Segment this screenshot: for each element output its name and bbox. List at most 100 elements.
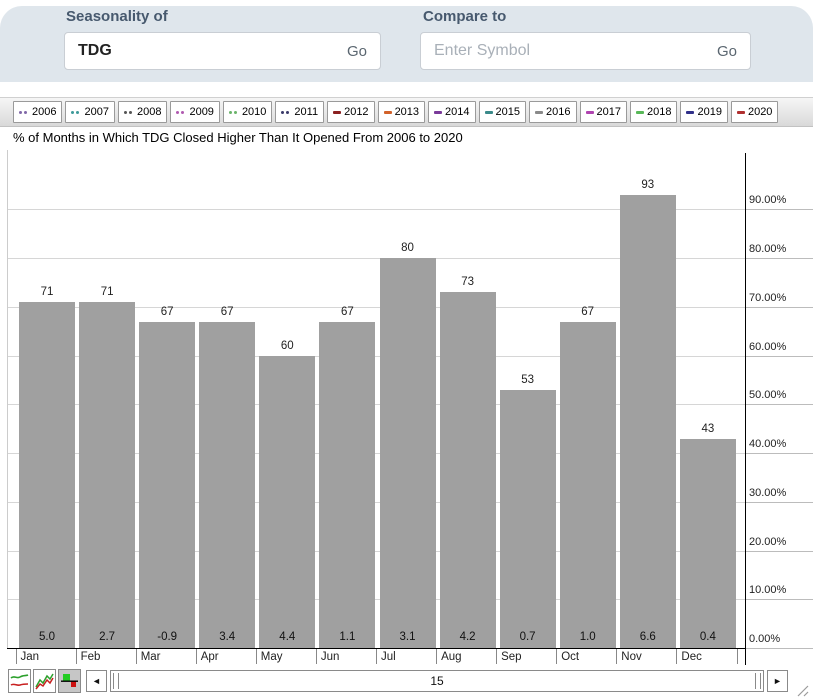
bar-value-label: 71	[77, 286, 137, 298]
y-axis-tick-label: 0.00%	[749, 633, 780, 645]
x-axis-tick	[256, 649, 257, 664]
bar-dec	[680, 439, 736, 649]
bar-value-label: 71	[17, 286, 77, 298]
gridline	[7, 356, 745, 357]
dash-series-marker-icon	[686, 111, 694, 114]
symbol-input-box: Go	[64, 32, 381, 70]
legend-year-2016[interactable]: 2016	[529, 101, 576, 123]
compare-symbol-input[interactable]	[434, 42, 709, 60]
legend-year-2017[interactable]: 2017	[580, 101, 627, 123]
scrollbar-right-arrow[interactable]: ►	[767, 670, 788, 692]
symbol-input[interactable]	[78, 42, 339, 60]
smooth-line-chart-icon[interactable]	[8, 669, 31, 693]
legend-year-2015[interactable]: 2015	[479, 101, 526, 123]
month-label-apr: Apr	[201, 651, 219, 663]
thumb-grip-right	[755, 673, 756, 689]
zigzag-line-chart-icon[interactable]	[33, 669, 56, 693]
bar-change-label: -0.9	[137, 631, 197, 643]
symbol-go-button[interactable]: Go	[347, 43, 367, 60]
legend-year-label: 2015	[496, 106, 520, 118]
axis-tick-line	[745, 258, 813, 259]
axis-tick-line	[745, 551, 813, 552]
legend-year-2018[interactable]: 2018	[630, 101, 677, 123]
dash-series-marker-icon	[737, 111, 745, 114]
bar-jul	[380, 258, 436, 648]
seasonality-of-label: Seasonality of	[66, 8, 168, 25]
bar-change-label: 6.6	[618, 631, 678, 643]
bar-value-label: 43	[678, 423, 738, 435]
resize-handle-icon[interactable]	[795, 684, 810, 700]
gridline	[7, 551, 745, 552]
gridline	[7, 453, 745, 454]
y-axis-tick-label: 30.00%	[749, 487, 786, 499]
legend-year-label: 2014	[445, 106, 469, 118]
legend-year-2020[interactable]: 2020	[731, 101, 778, 123]
bar-chart-icon[interactable]	[58, 669, 81, 693]
month-label-jul: Jul	[381, 651, 396, 663]
dash-series-marker-icon	[434, 111, 442, 114]
plot-left-border	[7, 150, 8, 648]
legend-year-label: 2007	[84, 106, 108, 118]
legend-year-2019[interactable]: 2019	[680, 101, 727, 123]
bar-value-label: 60	[257, 340, 317, 352]
y-axis-tick-label: 10.00%	[749, 584, 786, 596]
symbol-panel: Seasonality of Go Compare to Go	[0, 6, 813, 82]
bar-aug	[440, 292, 496, 648]
legend-year-2011[interactable]: 2011	[275, 101, 324, 123]
x-axis-tick	[196, 649, 197, 664]
axis-tick-line	[745, 404, 813, 405]
month-label-jan: Jan	[21, 651, 40, 663]
dash-series-marker-icon	[384, 111, 392, 114]
dotted-series-marker-icon	[19, 111, 29, 114]
month-label-dec: Dec	[681, 651, 701, 663]
scrollbar-left-arrow[interactable]: ◄	[86, 670, 107, 692]
dash-series-marker-icon	[535, 111, 543, 114]
gridline	[7, 502, 745, 503]
legend-year-label: 2006	[32, 106, 56, 118]
y-axis-tick-label: 50.00%	[749, 389, 786, 401]
month-label-may: May	[261, 651, 283, 663]
dotted-series-marker-icon	[229, 111, 239, 114]
bar-change-label: 5.0	[17, 631, 77, 643]
gridline	[7, 258, 745, 259]
bar-change-label: 0.4	[678, 631, 738, 643]
axis-tick-line	[745, 453, 813, 454]
bar-value-label: 80	[378, 242, 438, 254]
legend-year-2006[interactable]: 2006	[13, 101, 62, 123]
y-axis-tick-label: 70.00%	[749, 292, 786, 304]
bar-value-label: 67	[317, 306, 377, 318]
bar-jan	[19, 302, 75, 648]
legend-year-2007[interactable]: 2007	[65, 101, 114, 123]
chart-title: % of Months in Which TDG Closed Higher T…	[13, 130, 463, 145]
y-axis-tick-label: 80.00%	[749, 243, 786, 255]
legend-year-label: 2020	[748, 106, 772, 118]
legend-year-label: 2011	[294, 106, 318, 118]
legend-year-2010[interactable]: 2010	[223, 101, 272, 123]
legend-year-2013[interactable]: 2013	[378, 101, 425, 123]
month-label-feb: Feb	[81, 651, 101, 663]
compare-to-label: Compare to	[423, 8, 506, 25]
thumb-grip-right	[760, 673, 761, 689]
bar-nov	[620, 195, 676, 648]
year-legend-bar: 2006 2007 200820092010 2011 20122013 2014 2015…	[0, 97, 813, 127]
axis-tick-line	[745, 209, 813, 210]
gridline	[7, 307, 745, 308]
scrollbar-thumb[interactable]: 15	[110, 670, 764, 692]
x-axis-baseline	[7, 648, 745, 649]
dotted-series-marker-icon	[281, 111, 291, 114]
bar-may	[259, 356, 315, 648]
bar-change-label: 1.1	[317, 631, 377, 643]
bar-feb	[79, 302, 135, 648]
bar-value-label: 67	[137, 306, 197, 318]
x-axis-tick	[16, 649, 17, 664]
bar-oct	[560, 322, 616, 649]
x-axis-tick	[76, 649, 77, 664]
legend-year-2014[interactable]: 2014	[428, 101, 475, 123]
compare-go-button[interactable]: Go	[717, 43, 737, 60]
bar-change-label: 4.2	[438, 631, 498, 643]
axis-tick-line	[745, 599, 813, 600]
legend-year-2012[interactable]: 2012	[327, 101, 374, 123]
legend-year-2008[interactable]: 2008	[118, 101, 167, 123]
legend-year-2009[interactable]: 2009	[170, 101, 219, 123]
dotted-series-marker-icon	[124, 111, 134, 114]
